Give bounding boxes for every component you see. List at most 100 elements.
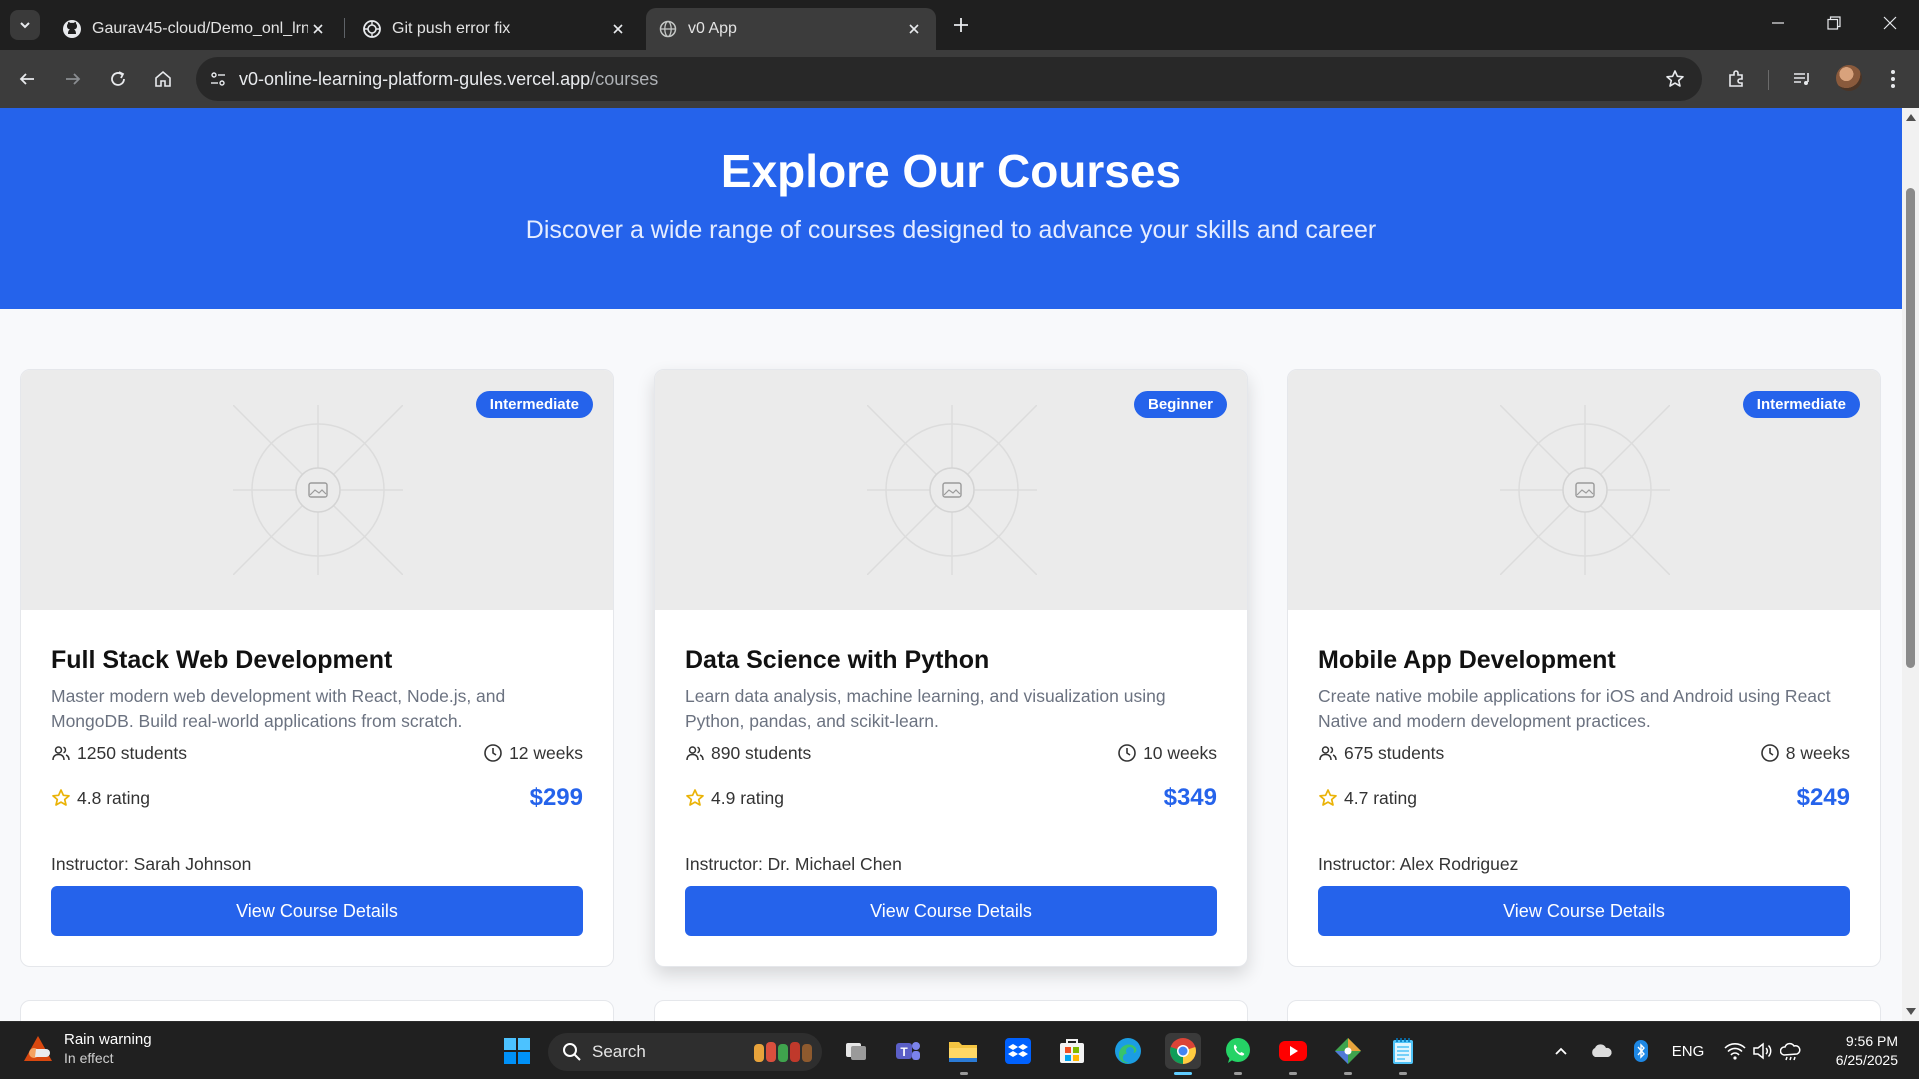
- tab-github[interactable]: Gaurav45-cloud/Demo_onl_lrng: [50, 8, 340, 50]
- new-tab-button[interactable]: [946, 10, 976, 40]
- url-host: v0-online-learning-platform-gules.vercel…: [239, 68, 591, 89]
- taskbar-search[interactable]: Search: [548, 1033, 822, 1071]
- wifi-icon[interactable]: [1722, 1038, 1748, 1064]
- reload-button[interactable]: [101, 62, 135, 96]
- minimize-button[interactable]: [1750, 0, 1806, 46]
- view-course-details-button[interactable]: View Course Details: [51, 886, 583, 936]
- tab-v0-app[interactable]: v0 App: [646, 8, 936, 50]
- bookmark-star-icon[interactable]: [1660, 64, 1690, 94]
- star-icon: [1318, 788, 1338, 808]
- close-window-button[interactable]: [1862, 0, 1918, 46]
- bluetooth-icon[interactable]: [1628, 1038, 1654, 1064]
- chrome-icon[interactable]: [1165, 1033, 1201, 1069]
- page-scrollbar[interactable]: [1902, 108, 1919, 1021]
- users-icon: [1318, 743, 1338, 763]
- media-controls-button[interactable]: [1785, 62, 1819, 96]
- github-icon: [62, 19, 82, 39]
- file-explorer-icon[interactable]: [945, 1033, 981, 1069]
- dropbox-icon[interactable]: [1000, 1033, 1036, 1069]
- course-card[interactable]: Intermediate Full Stack Web Development …: [20, 369, 614, 967]
- search-icon: [563, 1043, 581, 1061]
- search-highlight-icon: [754, 1042, 812, 1062]
- toolbar-divider: [1768, 70, 1769, 90]
- view-course-details-button[interactable]: View Course Details: [1318, 886, 1850, 936]
- students-count: 890 students: [711, 742, 812, 763]
- image-placeholder-icon: [1500, 405, 1670, 575]
- course-instructor: Instructor: Sarah Johnson: [51, 854, 252, 874]
- url-text: v0-online-learning-platform-gules.vercel…: [239, 69, 658, 90]
- level-badge: Intermediate: [1742, 391, 1860, 418]
- url-path: /courses: [590, 68, 659, 89]
- scroll-down-arrow[interactable]: [1906, 1008, 1916, 1015]
- home-icon: [155, 70, 171, 87]
- battery-weather-icon[interactable]: [1778, 1038, 1804, 1064]
- notepad-icon[interactable]: [1385, 1033, 1421, 1069]
- course-description: Learn data analysis, machine learning, a…: [685, 686, 1166, 731]
- restore-button[interactable]: [1806, 0, 1862, 46]
- forward-button[interactable]: [56, 62, 90, 96]
- close-icon[interactable]: [308, 19, 328, 39]
- site-info-icon[interactable]: [201, 62, 235, 96]
- more-vertical-icon: [1891, 70, 1895, 88]
- course-card[interactable]: Beginner Data Science with Python Learn …: [654, 369, 1248, 967]
- system-clock[interactable]: 9:56 PM 6/25/2025: [1806, 1032, 1898, 1070]
- clock-icon: [483, 743, 503, 763]
- language-indicator[interactable]: ENG: [1670, 1038, 1706, 1064]
- course-stats-row: 890 students 10 weeks: [685, 740, 1217, 766]
- tab-chatgpt[interactable]: Git push error fix: [350, 8, 640, 50]
- students-count: 1250 students: [77, 742, 187, 763]
- weather-widget[interactable]: Rain warning In effect: [22, 1031, 152, 1066]
- star-icon: [51, 788, 71, 808]
- view-course-details-button[interactable]: View Course Details: [685, 886, 1217, 936]
- tab-search-button[interactable]: [10, 10, 40, 40]
- git-client-icon[interactable]: [1330, 1033, 1366, 1069]
- task-view-icon[interactable]: [838, 1033, 874, 1069]
- close-icon[interactable]: [904, 19, 924, 39]
- chevron-down-icon: [20, 22, 30, 29]
- extensions-button[interactable]: [1720, 62, 1754, 96]
- clock-time: 9:56 PM: [1845, 1033, 1898, 1049]
- scroll-up-arrow[interactable]: [1906, 114, 1916, 121]
- clock-icon: [1117, 743, 1137, 763]
- course-card[interactable]: Intermediate Mobile App Development Crea…: [1287, 369, 1881, 967]
- level-badge: Intermediate: [475, 391, 593, 418]
- arrow-right-icon: [66, 73, 81, 85]
- course-rating: 4.7 rating: [1344, 787, 1417, 808]
- running-indicator: [1399, 1072, 1407, 1075]
- youtube-icon[interactable]: [1275, 1033, 1311, 1069]
- browser-toolbar: v0-online-learning-platform-gules.vercel…: [0, 50, 1919, 108]
- course-instructor: Instructor: Alex Rodriguez: [1318, 854, 1519, 874]
- course-card-partial[interactable]: [654, 1000, 1248, 1021]
- chevron-up-icon[interactable]: [1548, 1038, 1574, 1064]
- volume-icon[interactable]: [1750, 1038, 1776, 1064]
- back-button[interactable]: [10, 62, 44, 96]
- course-image-placeholder: Beginner: [655, 370, 1247, 610]
- svg-text:T: T: [900, 1045, 908, 1059]
- page-title: Explore Our Courses: [720, 145, 1182, 197]
- onedrive-icon[interactable]: [1588, 1038, 1614, 1064]
- teams-icon[interactable]: T: [890, 1033, 926, 1069]
- globe-icon: [658, 19, 678, 39]
- microsoft-store-icon[interactable]: [1054, 1033, 1090, 1069]
- users-icon: [685, 743, 705, 763]
- close-icon[interactable]: [608, 19, 628, 39]
- start-button[interactable]: [499, 1033, 535, 1069]
- weather-subtitle: In effect: [64, 1050, 114, 1066]
- course-rating-row: 4.9 rating $349: [685, 784, 1217, 811]
- course-price: $299: [529, 784, 583, 811]
- address-bar[interactable]: v0-online-learning-platform-gules.vercel…: [196, 57, 1702, 101]
- whatsapp-icon[interactable]: [1220, 1033, 1256, 1069]
- tab-title: v0 App: [688, 20, 737, 37]
- scrollbar-thumb[interactable]: [1906, 188, 1915, 668]
- course-duration: 12 weeks: [509, 742, 583, 763]
- home-button[interactable]: [146, 62, 180, 96]
- search-label: Search: [592, 1042, 646, 1061]
- course-card-partial[interactable]: [20, 1000, 614, 1021]
- profile-avatar[interactable]: [1836, 65, 1862, 91]
- running-indicator: [960, 1072, 968, 1075]
- course-card-partial[interactable]: [1287, 1000, 1881, 1021]
- edge-icon[interactable]: [1110, 1033, 1146, 1069]
- running-indicator: [1234, 1072, 1242, 1075]
- close-icon: [1883, 16, 1897, 30]
- menu-button[interactable]: [1876, 62, 1910, 96]
